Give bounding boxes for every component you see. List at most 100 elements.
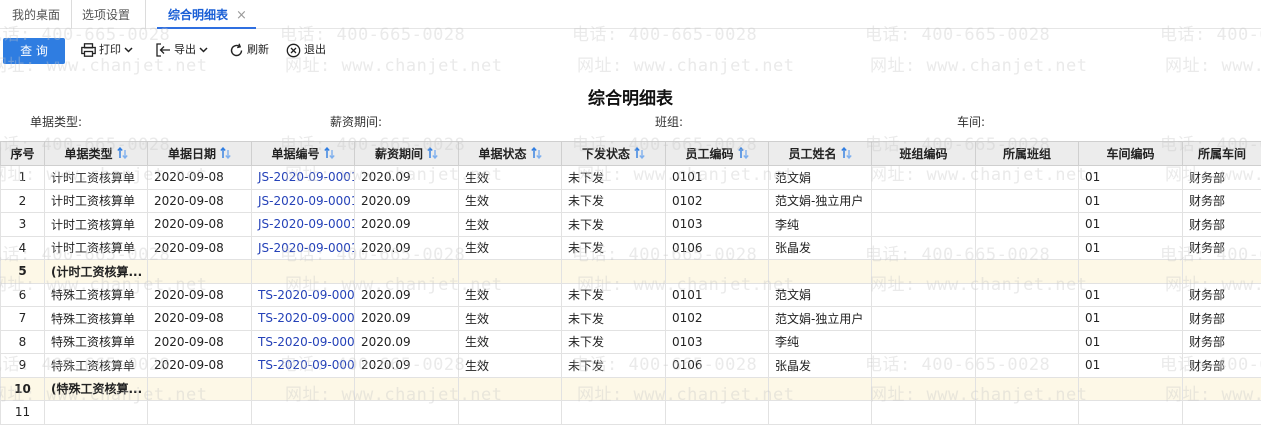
column-header[interactable]: 员工姓名 [769, 142, 872, 166]
column-header[interactable]: 单据类型 [45, 142, 148, 166]
table-body: 1计时工资核算单2020-09-08JS-2020-09-00012020.09… [1, 166, 1261, 425]
table-cell: 张晶发 [769, 354, 872, 378]
table-cell [1183, 401, 1261, 425]
table-cell: 3 [1, 213, 45, 237]
sort-icon[interactable] [841, 147, 852, 159]
print-button[interactable]: 打印 [81, 40, 136, 60]
table-cell: 未下发 [562, 283, 666, 307]
doc-number-link[interactable]: TS-2020-09-0001 [252, 307, 355, 331]
doc-number-link[interactable]: JS-2020-09-0001 [252, 213, 355, 237]
column-header[interactable]: 单据编号 [252, 142, 355, 166]
column-header[interactable]: 单据日期 [148, 142, 252, 166]
table-row[interactable]: 6特殊工资核算单2020-09-08TS-2020-09-00012020.09… [1, 283, 1261, 307]
sort-icon[interactable] [738, 147, 749, 159]
column-header[interactable]: 员工编码 [666, 142, 769, 166]
table-cell [976, 283, 1079, 307]
table-cell [666, 377, 769, 401]
tab-options[interactable]: 选项设置 [72, 0, 146, 29]
table-row[interactable]: 11 [1, 401, 1261, 425]
table-cell [459, 377, 562, 401]
table-row[interactable]: 4计时工资核算单2020-09-08JS-2020-09-00012020.09… [1, 236, 1261, 260]
table-cell: 未下发 [562, 354, 666, 378]
column-header[interactable]: 薪资期间 [355, 142, 459, 166]
table-cell [1183, 260, 1261, 284]
chevron-down-icon [199, 46, 208, 54]
tab-label: 选项设置 [82, 8, 130, 22]
export-button[interactable]: 导出 [156, 40, 211, 60]
table-cell: 范文娟 [769, 283, 872, 307]
table-cell [45, 401, 148, 425]
table-cell: 0102 [666, 307, 769, 331]
close-icon[interactable]: × [236, 8, 247, 23]
table-cell: 财务部 [1183, 330, 1261, 354]
doc-number-link[interactable]: JS-2020-09-0001 [252, 236, 355, 260]
table-cell: 4 [1, 236, 45, 260]
sort-icon[interactable] [220, 147, 231, 159]
table-cell: 0103 [666, 213, 769, 237]
table-cell [976, 330, 1079, 354]
table-cell: 10 [1, 377, 45, 401]
table-cell: 01 [1079, 283, 1183, 307]
column-header[interactable]: 下发状态 [562, 142, 666, 166]
table-cell [355, 401, 459, 425]
column-header-label: 单据编号 [271, 147, 319, 161]
column-header: 序号 [1, 142, 45, 166]
table-cell: 未下发 [562, 166, 666, 190]
sort-icon[interactable] [427, 147, 438, 159]
tab-my-desktop[interactable]: 我的桌面 [0, 0, 72, 29]
table-row[interactable]: 8特殊工资核算单2020-09-08TS-2020-09-00012020.09… [1, 330, 1261, 354]
table-cell: 01 [1079, 330, 1183, 354]
table-cell: 未下发 [562, 213, 666, 237]
table-row[interactable]: 2计时工资核算单2020-09-08JS-2020-09-00012020.09… [1, 189, 1261, 213]
doc-number-link[interactable]: TS-2020-09-0001 [252, 330, 355, 354]
table-cell: 2020-09-08 [148, 283, 252, 307]
table-cell [976, 189, 1079, 213]
table-row[interactable]: 1计时工资核算单2020-09-08JS-2020-09-00012020.09… [1, 166, 1261, 190]
table-cell [872, 213, 976, 237]
table-cell [459, 401, 562, 425]
subtotal-row[interactable]: 10(特殊工资核算... [1, 377, 1261, 401]
doc-number-link[interactable]: TS-2020-09-0001 [252, 283, 355, 307]
sort-icon[interactable] [324, 147, 335, 159]
table-cell: 张晶发 [769, 236, 872, 260]
tab-summary-detail[interactable]: 综合明细表× [157, 0, 256, 29]
table-cell: 财务部 [1183, 307, 1261, 331]
query-button[interactable]: 查 询 [3, 38, 65, 64]
table-row[interactable]: 3计时工资核算单2020-09-08JS-2020-09-00012020.09… [1, 213, 1261, 237]
subtotal-row[interactable]: 5(计时工资核算... [1, 260, 1261, 284]
table-cell: 李纯 [769, 213, 872, 237]
table-cell [872, 283, 976, 307]
doc-number-link[interactable]: JS-2020-09-0001 [252, 166, 355, 190]
table-row[interactable]: 7特殊工资核算单2020-09-08TS-2020-09-00012020.09… [1, 307, 1261, 331]
table-cell: 01 [1079, 236, 1183, 260]
column-header: 车间编码 [1079, 142, 1183, 166]
table-row[interactable]: 9特殊工资核算单2020-09-08TS-2020-09-00012020.09… [1, 354, 1261, 378]
table-cell: 2020-09-08 [148, 307, 252, 331]
table-cell [872, 377, 976, 401]
doc-number-link[interactable]: JS-2020-09-0001 [252, 189, 355, 213]
column-header[interactable]: 单据状态 [459, 142, 562, 166]
table-cell: 财务部 [1183, 236, 1261, 260]
table-cell [252, 260, 355, 284]
refresh-label: 刷新 [247, 40, 269, 60]
table-cell: 财务部 [1183, 213, 1261, 237]
doc-number-link[interactable]: TS-2020-09-0001 [252, 354, 355, 378]
filter-team: 班组: [655, 113, 683, 130]
table-cell [976, 307, 1079, 331]
exit-icon [286, 43, 301, 58]
table-cell [1183, 377, 1261, 401]
refresh-button[interactable]: 刷新 [229, 40, 269, 60]
table-cell [562, 377, 666, 401]
table-cell [976, 260, 1079, 284]
sort-icon[interactable] [634, 147, 645, 159]
column-header-label: 所属车间 [1198, 147, 1246, 161]
table-cell: 生效 [459, 307, 562, 331]
table-cell: 0102 [666, 189, 769, 213]
table-cell: 特殊工资核算单 [45, 283, 148, 307]
printer-icon [81, 43, 96, 57]
exit-button[interactable]: 退出 [286, 40, 326, 60]
sort-icon[interactable] [531, 147, 542, 159]
column-header-label: 单据状态 [478, 147, 526, 161]
print-label: 打印 [99, 40, 121, 60]
sort-icon[interactable] [117, 147, 128, 159]
